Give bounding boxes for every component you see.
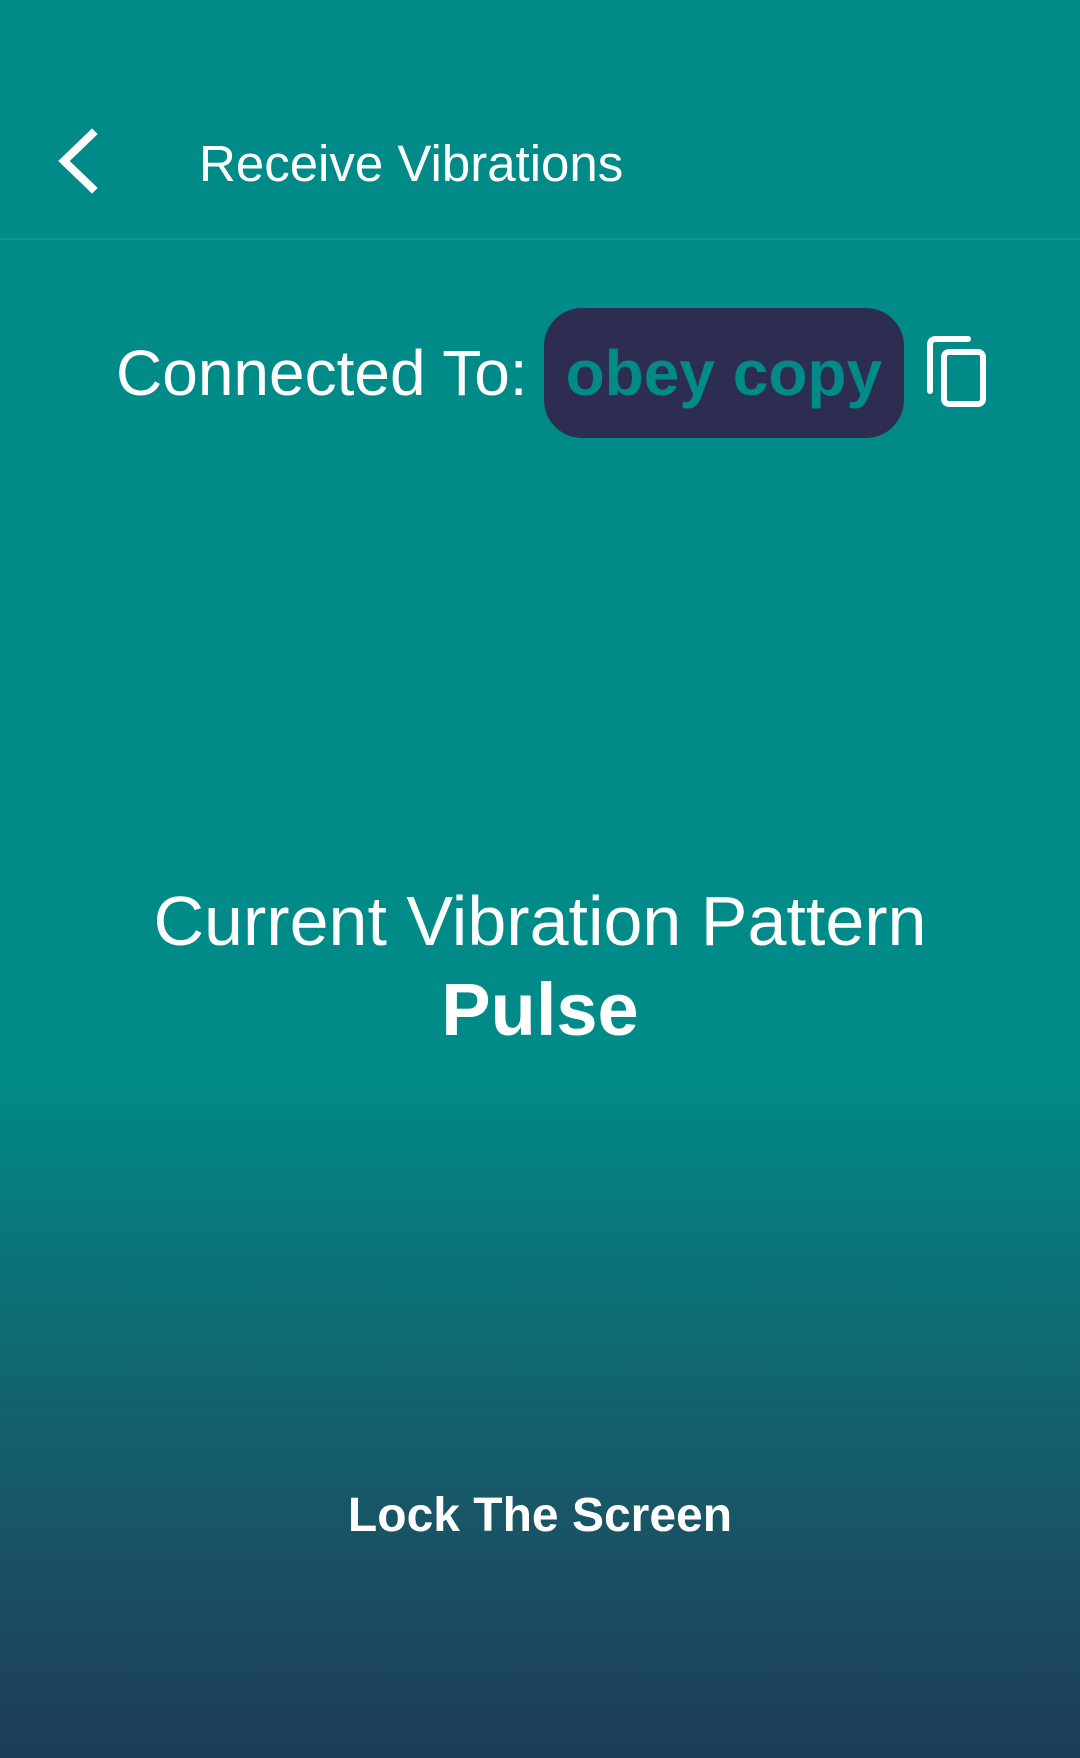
connected-label: Connected To: <box>116 337 528 409</box>
page-title: Receive Vibrations <box>199 135 624 192</box>
app-bar: Receive Vibrations <box>0 0 1080 240</box>
pattern-name: Pulse <box>441 968 639 1051</box>
connection-row: Connected To: obey copy <box>116 307 990 439</box>
pattern-title: Current Vibration Pattern <box>153 882 927 960</box>
chevron-left-icon <box>54 127 98 199</box>
device-name-chip: obey copy <box>543 308 905 438</box>
lock-screen-button[interactable]: Lock The Screen <box>290 1470 790 1560</box>
copy-button[interactable] <box>922 335 990 411</box>
copy-icon <box>924 335 988 412</box>
vibration-pattern-section: Current Vibration Pattern Pulse <box>0 880 1080 1058</box>
back-button[interactable] <box>40 115 112 211</box>
